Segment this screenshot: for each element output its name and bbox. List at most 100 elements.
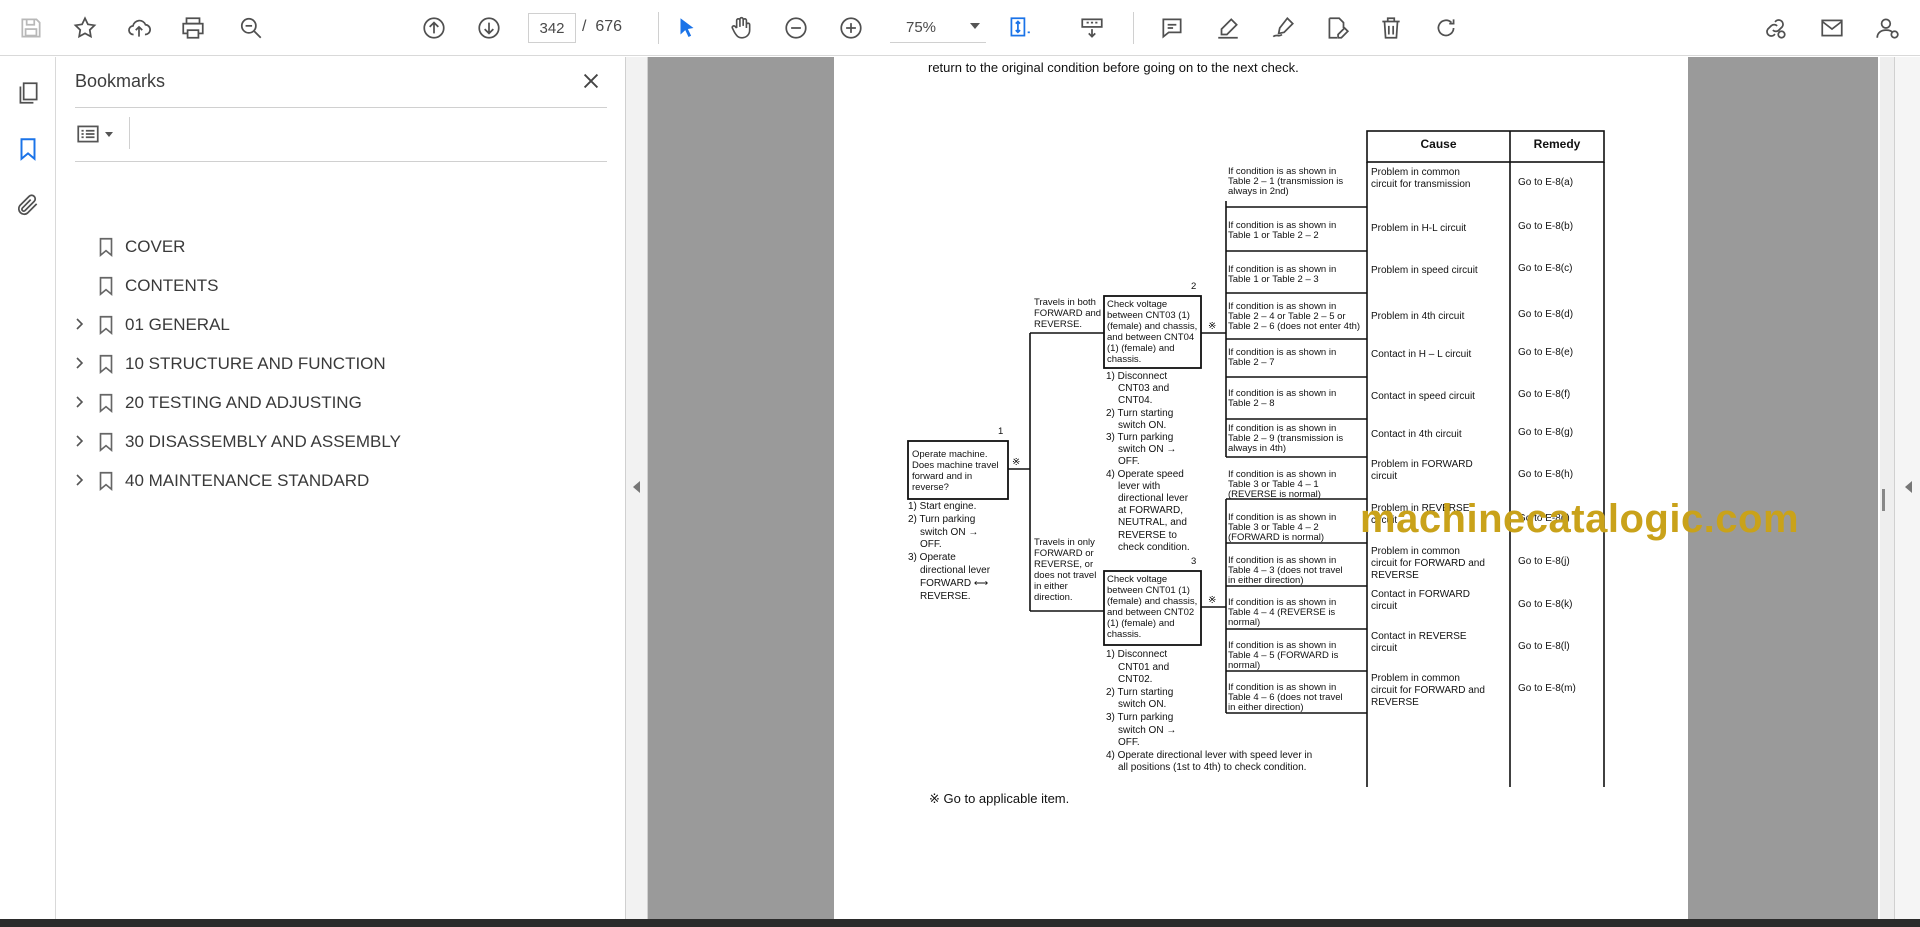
bookmark-item[interactable]: 01 GENERAL: [57, 307, 626, 341]
scrollbar-thumb[interactable]: [1882, 489, 1885, 511]
step3-instruction: CNT02.: [1118, 674, 1153, 686]
cause-text: Problem in 4th circuit: [1371, 311, 1465, 322]
step-number: 2: [1191, 281, 1197, 292]
redo-rotate-icon[interactable]: [1429, 11, 1463, 45]
step3-instruction: all positions (1st to 4th) to check cond…: [1118, 762, 1307, 774]
bookmark-icon: [95, 313, 117, 337]
cause-text: Problem in H-L circuit: [1371, 223, 1467, 234]
branch-both-text: Travels in both FORWARD and REVERSE.: [1034, 297, 1102, 330]
bookmark-icon: [95, 469, 117, 493]
panel-divider: [129, 117, 130, 149]
bookmark-item[interactable]: COVER: [57, 229, 626, 263]
bookmark-item[interactable]: 30 DISASSEMBLY AND ASSEMBLY: [57, 424, 626, 458]
edit-document-icon[interactable]: [1320, 11, 1354, 45]
condition-text: in either direction): [1228, 702, 1304, 713]
fit-page-icon[interactable]: [1002, 11, 1036, 45]
condition-text: in either direction): [1228, 575, 1304, 586]
right-panel-toggle[interactable]: [1894, 57, 1920, 919]
cause-text: Contact in H – L circuit: [1371, 349, 1472, 360]
chevron-right-icon[interactable]: [71, 394, 87, 410]
chevron-right-icon[interactable]: [71, 433, 87, 449]
zoom-level-select[interactable]: 75%: [890, 13, 986, 43]
remedy-text: Go to E-8(b): [1518, 221, 1574, 232]
bookmark-label: 40 MAINTENANCE STANDARD: [125, 471, 370, 490]
step1-instruction: directional lever: [920, 565, 991, 576]
cause-text: circuit: [1371, 471, 1398, 482]
collapse-panel-arrow-icon[interactable]: [633, 481, 640, 493]
hand-tool-icon[interactable]: [724, 11, 758, 45]
bookmark-item[interactable]: 20 TESTING AND ADJUSTING: [57, 385, 626, 419]
remedy-text: Go to E-8(m): [1518, 683, 1576, 694]
bookmark-label: 20 TESTING AND ADJUSTING: [125, 393, 362, 412]
cause-text: Problem in speed circuit: [1371, 265, 1478, 276]
step1-instruction: 3) Operate: [908, 552, 956, 564]
bookmarks-icon[interactable]: [10, 131, 46, 167]
chevron-right-icon[interactable]: [71, 355, 87, 371]
condition-text: Table 2 – 8: [1228, 398, 1275, 409]
step2-instruction: CNT04.: [1118, 395, 1153, 407]
print-icon[interactable]: [176, 11, 210, 45]
condition-text: (FORWARD is normal): [1228, 532, 1325, 543]
bookmark-item[interactable]: 40 MAINTENANCE STANDARD: [57, 463, 626, 497]
next-page-icon[interactable]: [472, 11, 506, 45]
comment-icon[interactable]: [1155, 11, 1189, 45]
remedy-text: Go to E-8(l): [1518, 641, 1570, 652]
expand-right-panel-arrow-icon[interactable]: [1905, 481, 1912, 493]
header-remedy: Remedy: [1533, 137, 1581, 151]
header-cause: Cause: [1420, 137, 1457, 151]
step3-instruction: 2) Turn starting: [1106, 686, 1174, 698]
step1-box-text: Operate machine. Does machine travel for…: [912, 449, 999, 493]
delete-trash-icon[interactable]: [1374, 11, 1408, 45]
bookmark-label: 30 DISASSEMBLY AND ASSEMBLY: [125, 432, 401, 451]
cause-text: circuit for FORWARD and: [1371, 558, 1485, 569]
close-panel-icon[interactable]: [577, 67, 605, 95]
page-number-input[interactable]: [528, 13, 576, 43]
condition-text: (REVERSE is normal): [1228, 489, 1321, 500]
step2-box-text: Check voltage between CNT03 (1) (female)…: [1107, 299, 1198, 365]
list-options-icon: [77, 125, 99, 143]
bookmark-icon: [95, 274, 117, 298]
bookmark-label: 10 STRUCTURE AND FUNCTION: [125, 354, 386, 373]
previous-page-icon[interactable]: [417, 11, 451, 45]
upload-cloud-icon[interactable]: [122, 11, 156, 45]
main-toolbar: / 676 75%: [0, 0, 1920, 56]
save-icon[interactable]: [14, 11, 48, 45]
step3-box-text: Check voltage between CNT01 (1) (female)…: [1107, 574, 1198, 640]
chevron-down-icon: [105, 131, 113, 137]
left-navigation-rail: [0, 57, 56, 919]
zoom-in-icon[interactable]: [834, 11, 868, 45]
attachments-paperclip-icon[interactable]: [10, 187, 46, 223]
vertical-scrollbar[interactable]: [1880, 57, 1894, 919]
share-link-icon[interactable]: [1758, 11, 1792, 45]
select-cursor-icon[interactable]: [670, 11, 704, 45]
condition-text: always in 4th): [1228, 443, 1287, 454]
bookmark-label: 01 GENERAL: [125, 315, 230, 334]
panel-resize-splitter[interactable]: [626, 57, 648, 919]
email-icon[interactable]: [1815, 11, 1849, 45]
star-icon[interactable]: [68, 11, 102, 45]
cause-text: circuit: [1371, 601, 1398, 612]
toolbar-divider: [658, 12, 659, 44]
remedy-text: Go to E-8(j): [1518, 556, 1570, 567]
zoom-out-icon[interactable]: [779, 11, 813, 45]
chevron-right-icon[interactable]: [71, 472, 87, 488]
scroll-mode-icon[interactable]: [1075, 11, 1109, 45]
chevron-right-icon[interactable]: [71, 316, 87, 332]
condition-text: always in 2nd): [1228, 186, 1289, 197]
highlight-pen-icon[interactable]: [1211, 11, 1245, 45]
bookmark-item[interactable]: CONTENTS: [57, 268, 626, 302]
condition-text: Table 1 or Table 2 – 3: [1228, 274, 1319, 285]
step1-instruction: REVERSE.: [920, 590, 971, 602]
document-viewer[interactable]: Cause Remedy If condition is as shown in Ta…: [648, 57, 1878, 919]
page-thumbnails-icon[interactable]: [10, 75, 46, 111]
step2-instruction: CNT03 and: [1118, 383, 1170, 395]
find-zoom-icon[interactable]: [234, 11, 268, 45]
draw-freehand-icon[interactable]: [1266, 11, 1300, 45]
step2-instruction: REVERSE to: [1118, 529, 1177, 541]
remedy-text: Go to E-8(g): [1518, 427, 1574, 438]
step1-instruction: 2) Turn parking: [908, 513, 976, 525]
account-user-icon[interactable]: [1870, 11, 1904, 45]
bookmark-item[interactable]: 10 STRUCTURE AND FUNCTION: [57, 346, 626, 380]
page-total: / 676: [582, 18, 623, 35]
bookmark-options-button[interactable]: [75, 119, 121, 149]
